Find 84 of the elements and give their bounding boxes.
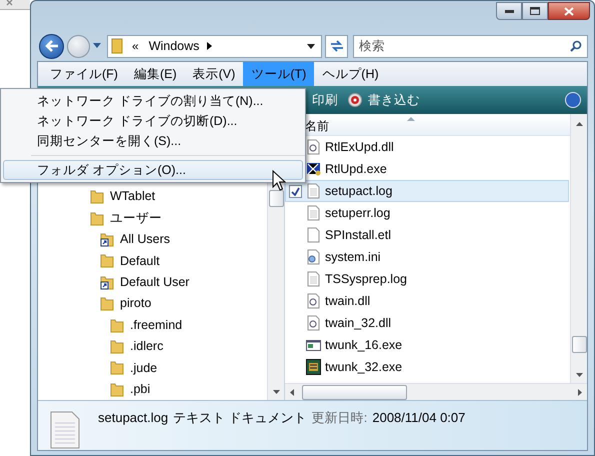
tree-item[interactable]: .freemind xyxy=(38,314,267,336)
background-window-edge xyxy=(0,0,30,10)
checkbox[interactable] xyxy=(289,184,302,198)
folder-shortcut-icon xyxy=(100,232,114,248)
file-icon xyxy=(306,227,321,243)
tree-item[interactable]: .pbi xyxy=(38,378,267,400)
minimize-icon xyxy=(504,10,514,12)
tree-item[interactable]: All Users xyxy=(38,228,267,250)
file-name: setupact.log xyxy=(98,409,168,427)
folder-icon xyxy=(110,382,124,397)
menu-item[interactable]: ファイル(F) xyxy=(42,62,126,86)
folder-icon xyxy=(110,318,124,333)
scrollbar-thumb[interactable] xyxy=(268,190,284,207)
menu-item[interactable]: フォルダ オプション(O)... xyxy=(3,160,303,180)
tree-item[interactable]: .idlerc xyxy=(38,336,267,358)
text-file-icon xyxy=(306,205,321,221)
window-icon xyxy=(306,337,321,353)
folder-icon xyxy=(100,253,114,268)
scroll-up-icon[interactable] xyxy=(576,122,582,126)
menu-item[interactable]: 表示(V) xyxy=(184,62,244,86)
scroll-down-icon[interactable] xyxy=(576,373,582,377)
gear-file-icon xyxy=(306,293,321,309)
text-file-icon xyxy=(306,271,321,287)
tree-item[interactable]: .jude xyxy=(38,357,267,379)
scroll-right-icon[interactable] xyxy=(578,388,582,396)
file-row[interactable]: twunk_32.exe xyxy=(285,356,569,378)
folder-icon xyxy=(111,38,123,54)
tree-item[interactable]: piroto xyxy=(38,293,267,314)
back-button[interactable] xyxy=(39,34,64,58)
settings-file-icon xyxy=(306,249,321,265)
tree-item[interactable]: Default xyxy=(38,250,267,272)
scanner-icon xyxy=(306,359,321,375)
breadcrumb-item[interactable]: Windows xyxy=(148,36,200,56)
maximize-button[interactable] xyxy=(522,2,548,20)
text-file-icon xyxy=(306,183,321,199)
back-arrow-icon xyxy=(44,40,58,52)
gear-file-icon xyxy=(306,315,321,331)
toolbar-button[interactable]: 印刷 xyxy=(312,90,338,110)
menu-item[interactable]: ヘルプ(H) xyxy=(314,62,387,86)
minimize-button[interactable] xyxy=(496,2,522,20)
folder-shortcut-icon xyxy=(100,274,114,290)
file-row[interactable]: twain.dll xyxy=(285,290,569,312)
file-row[interactable]: setupact.log xyxy=(285,180,569,202)
address-bar[interactable]: « Windows xyxy=(107,34,322,58)
folder-icon xyxy=(110,339,124,354)
column-header[interactable]: 名前 xyxy=(305,116,329,134)
menu-item[interactable]: ネットワーク ドライブの割り当て(N)... xyxy=(3,91,303,111)
file-row[interactable]: twunk_16.exe xyxy=(285,334,569,356)
dropdown-icon[interactable] xyxy=(307,44,315,48)
modified-date: 2008/11/04 0:07 xyxy=(372,409,466,427)
menu-item[interactable]: 編集(E) xyxy=(126,62,185,86)
toolbar-button[interactable]: 書き込む xyxy=(348,90,420,110)
scrollbar-thumb[interactable] xyxy=(302,384,407,400)
maximize-icon xyxy=(530,7,540,15)
tree-item[interactable]: Default User xyxy=(38,272,267,294)
folder-icon xyxy=(90,210,104,226)
modified-label: 更新日時: xyxy=(312,409,368,427)
scrollbar-thumb[interactable] xyxy=(572,336,586,353)
refresh-button[interactable] xyxy=(325,34,348,58)
scrollbar[interactable] xyxy=(570,114,587,383)
disc-icon xyxy=(348,93,362,107)
menu-item[interactable]: ツール(T) xyxy=(243,62,314,86)
folder-icon xyxy=(90,189,104,204)
arrow-icon[interactable] xyxy=(207,42,212,50)
tree-item[interactable]: WTablet xyxy=(38,186,267,208)
menu-item[interactable]: ネットワーク ドライブの切断(D)... xyxy=(3,111,303,131)
scroll-left-icon[interactable] xyxy=(290,388,294,396)
file-row[interactable]: SPInstall.etl xyxy=(285,224,569,246)
file-row[interactable]: system.ini xyxy=(285,246,569,268)
file-type: テキスト ドキュメント xyxy=(173,409,307,427)
refresh-icon xyxy=(330,40,344,52)
file-row[interactable]: twain_32.dll xyxy=(285,312,569,334)
folder-icon xyxy=(100,296,114,312)
breadcrumb-chevron[interactable]: « xyxy=(132,37,139,55)
folder-icon xyxy=(110,360,124,376)
close-button[interactable] xyxy=(548,2,590,20)
scrollbar[interactable] xyxy=(285,383,587,400)
file-row[interactable]: setuperr.log xyxy=(285,202,569,224)
tree-item[interactable]: ユーザー xyxy=(38,207,267,229)
scroll-down-icon[interactable] xyxy=(272,390,280,394)
search-icon xyxy=(570,40,582,52)
close-icon xyxy=(564,6,574,16)
file-row[interactable]: TSSysprep.log xyxy=(285,268,569,290)
search-field[interactable]: 検索 xyxy=(353,34,588,58)
